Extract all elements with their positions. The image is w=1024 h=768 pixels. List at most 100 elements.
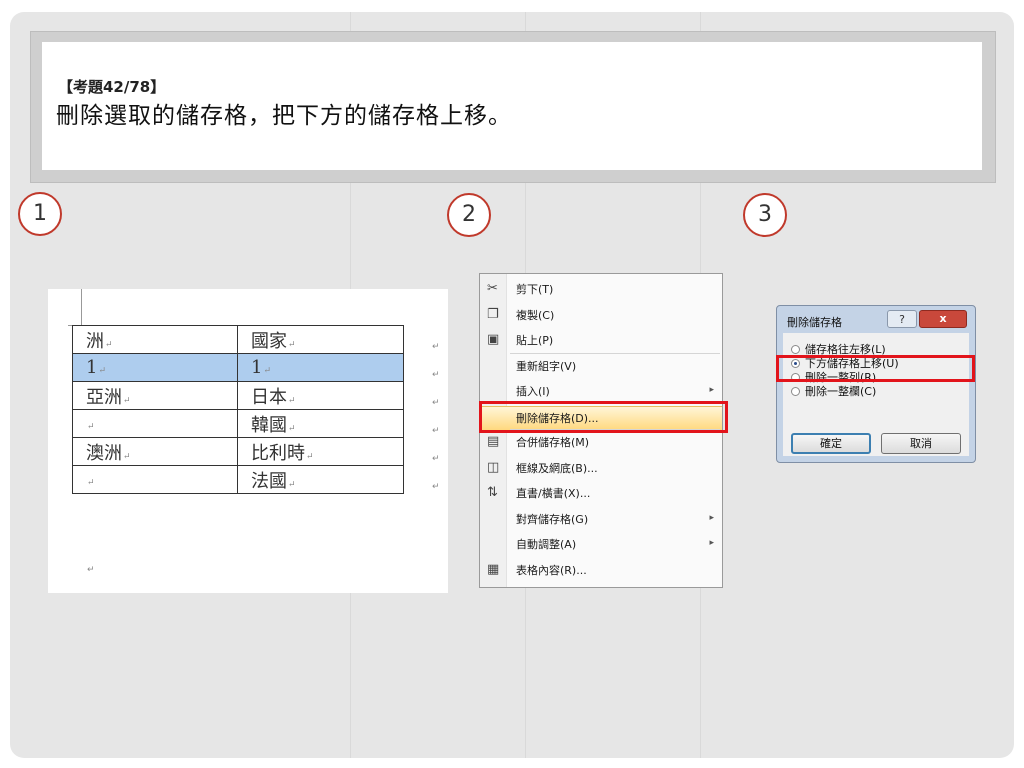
cell-end-mark: ↵: [87, 478, 95, 488]
menu-item-label: 合併儲存格(M): [516, 436, 590, 449]
menu-item[interactable]: ❐ 複製(C): [480, 304, 722, 328]
table-row: 亞洲↵ 日本↵: [72, 381, 404, 410]
menu-item[interactable]: 自動調整(A) ▸: [480, 533, 722, 557]
close-button[interactable]: x: [919, 310, 967, 328]
table-row: ↵ 法國↵: [72, 465, 404, 494]
table-cell-country[interactable]: 韓國↵: [237, 409, 404, 438]
delete-cells-dialog: 刪除儲存格 ? x 儲存格往左移(L) 下方儲存格上移(U) 刪除一整列(R) 刪除一…: [776, 305, 976, 463]
cell-end-mark: ↵: [306, 451, 314, 462]
table-cell-continent[interactable]: 洲↵: [72, 325, 238, 354]
table-cell-continent[interactable]: 澳洲↵: [72, 437, 238, 466]
submenu-arrow-icon: ▸: [709, 512, 714, 523]
menu-item-label: 剪下(T): [516, 283, 554, 296]
menu-item-label: 表格內容(R)...: [516, 563, 587, 577]
cell-end-mark: ↵: [288, 423, 296, 434]
ok-button[interactable]: 確定: [791, 433, 871, 454]
cell-text: 法國: [251, 470, 287, 492]
text-direction-icon: ⇅: [487, 485, 498, 500]
radio-label: 刪除一整欄(C): [805, 385, 877, 398]
menu-item-label: 複製(C): [516, 308, 555, 322]
table-cell-country[interactable]: 法國↵: [237, 465, 404, 494]
table-cell-country[interactable]: 日本↵: [237, 381, 404, 410]
row-end-mark: ↵: [432, 482, 440, 492]
cell-text: 日本: [251, 386, 287, 408]
radio-button[interactable]: [791, 345, 800, 354]
row-end-mark: ↵: [432, 454, 440, 464]
menu-item-label: 貼上(P): [516, 334, 554, 347]
cell-text: 1: [86, 357, 98, 378]
menu-item[interactable]: ✂ 剪下(T): [480, 278, 722, 302]
table-corner-mark: [81, 289, 82, 325]
question-number: 【考題42/78】: [58, 78, 166, 96]
row-end-mark: ↵: [432, 342, 440, 352]
radio-option[interactable]: 刪除一整欄(C): [791, 385, 961, 399]
question-text: 刪除選取的儲存格，把下方的儲存格上移。: [56, 103, 512, 129]
table-cell-continent[interactable]: 亞洲↵: [72, 381, 238, 410]
table-cell-country[interactable]: 國家↵: [237, 325, 404, 354]
submenu-arrow-icon: ▸: [709, 538, 714, 548]
cell-end-mark: ↵: [123, 395, 131, 406]
borders-icon: ◫: [487, 459, 500, 475]
row-end-mark: ↵: [432, 426, 440, 436]
help-button[interactable]: ?: [887, 310, 917, 328]
cell-text: 1: [251, 357, 263, 378]
cancel-button[interactable]: 取消: [881, 433, 961, 454]
copy-icon: ❐: [487, 306, 499, 322]
title-box: 【考題42/78】 刪除選取的儲存格，把下方的儲存格上移。: [42, 42, 982, 170]
paste-icon: ▣: [487, 332, 500, 347]
cell-end-mark: ↵: [105, 339, 113, 350]
menu-item-label: 對齊儲存格(G): [516, 512, 589, 526]
table-cell-continent[interactable]: ↵: [72, 465, 238, 494]
dialog-body: 儲存格往左移(L) 下方儲存格上移(U) 刪除一整列(R) 刪除一整欄(C) 確定 取…: [783, 333, 969, 456]
cell-text: 澳洲: [86, 442, 122, 464]
table-properties-icon: ▦: [487, 561, 500, 577]
step-1-badge: 1: [18, 192, 62, 236]
title-frame: 【考題42/78】 刪除選取的儲存格，把下方的儲存格上移。: [30, 31, 996, 183]
row-end-mark: ↵: [432, 398, 440, 408]
cell-end-mark: ↵: [288, 339, 296, 350]
menu-item-label: 自動調整(A): [516, 538, 577, 551]
word-table-screenshot: 洲↵ 國家↵ 1↵ 1↵ 亞洲↵ 日本↵ ↵ 韓國↵ 澳洲↵ 比利時↵ ↵ 法國↵ ↵ ↵ ↵ ↵ ↵…: [48, 289, 448, 593]
cell-text: 韓國: [251, 414, 287, 436]
cell-end-mark: ↵: [87, 422, 95, 432]
submenu-arrow-icon: ▸: [709, 385, 714, 395]
menu-item-label: 直書/橫書(X)...: [516, 487, 591, 500]
cell-end-mark: ↵: [263, 366, 271, 376]
menu-item-label: 插入(I): [516, 385, 550, 398]
menu-item[interactable]: 重新組字(V): [480, 355, 722, 379]
cell-end-mark: ↵: [288, 479, 296, 490]
merge-cells-icon: ▤: [487, 434, 500, 449]
cell-text: 比利時: [251, 442, 305, 464]
table-row: 澳洲↵ 比利時↵: [72, 437, 404, 466]
table-row: ↵ 韓國↵: [72, 409, 404, 438]
cell-text: 洲: [86, 330, 104, 352]
menu-item[interactable]: ⇅ 直書/橫書(X)...: [480, 482, 722, 506]
cell-text: 亞洲: [86, 386, 122, 408]
cell-end-mark: ↵: [123, 451, 131, 462]
menu-item-label: 重新組字(V): [516, 359, 577, 373]
paragraph-mark: ↵: [87, 565, 95, 575]
step-3-badge: 3: [743, 193, 787, 237]
table-cell-continent[interactable]: ↵: [72, 409, 238, 438]
cell-end-mark: ↵: [98, 366, 106, 376]
dialog-title: 刪除儲存格: [787, 316, 842, 329]
menu-item[interactable]: 對齊儲存格(G) ▸: [480, 508, 722, 532]
menu-item[interactable]: ▣ 貼上(P): [480, 329, 722, 353]
table-cell-country[interactable]: 比利時↵: [237, 437, 404, 466]
menu-item[interactable]: ▤ 合併儲存格(M): [480, 431, 722, 455]
table-cell-continent[interactable]: 1↵: [72, 353, 238, 382]
cell-end-mark: ↵: [288, 395, 296, 406]
cell-text: 國家: [251, 330, 287, 352]
highlight-box-delete-cells: [479, 401, 728, 433]
scissors-icon: ✂: [487, 281, 498, 296]
menu-separator: [510, 352, 720, 354]
table-cell-country[interactable]: 1↵: [237, 353, 404, 382]
menu-item[interactable]: ▦ 表格內容(R)...: [480, 559, 722, 583]
table-row: 洲↵ 國家↵: [72, 325, 404, 354]
highlight-box-shift-up-option: [776, 355, 975, 382]
radio-button[interactable]: [791, 387, 800, 396]
menu-item-label: 框線及網底(B)...: [516, 461, 598, 475]
word-table: 洲↵ 國家↵ 1↵ 1↵ 亞洲↵ 日本↵ ↵ 韓國↵ 澳洲↵ 比利時↵ ↵ 法國↵: [72, 325, 404, 494]
menu-item[interactable]: ◫ 框線及網底(B)...: [480, 457, 722, 481]
step-2-badge: 2: [447, 193, 491, 237]
